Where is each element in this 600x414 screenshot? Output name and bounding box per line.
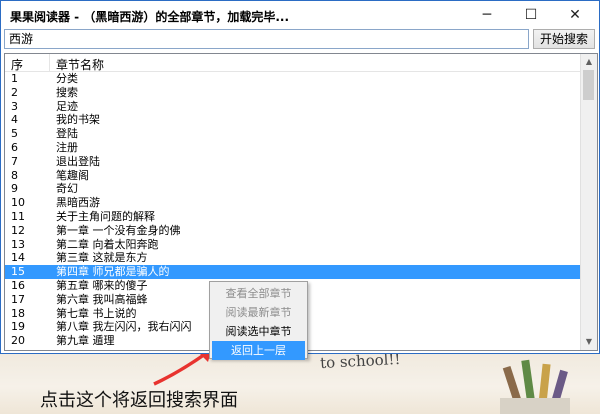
table-row[interactable]: 15 第四章 师兄都是骗人的 xyxy=(5,265,585,279)
table-row[interactable]: 12 第一章 一个没有金身的佛 xyxy=(5,224,585,238)
row-chapter-name: 笔趣阁 xyxy=(56,168,89,182)
maximize-button[interactable]: ☐ xyxy=(509,1,553,28)
table-row[interactable]: 13 第二章 向着太阳奔跑 xyxy=(5,238,585,252)
column-divider[interactable] xyxy=(49,54,50,71)
row-index: 1 xyxy=(11,72,18,85)
row-index: 12 xyxy=(11,223,25,237)
table-row[interactable]: 9 奇幻 xyxy=(5,182,585,196)
search-toolbar: 西游 开始搜索 xyxy=(1,28,599,52)
row-index: 18 xyxy=(11,306,25,320)
row-index: 17 xyxy=(11,292,25,306)
table-row[interactable]: 7 退出登陆 xyxy=(5,155,585,169)
scroll-down-arrow-icon[interactable]: ▼ xyxy=(584,337,594,347)
table-row[interactable]: 2 搜索 xyxy=(5,86,585,100)
row-index: 2 xyxy=(11,85,18,99)
row-index: 7 xyxy=(11,154,18,168)
menu-item-view-all-chapters[interactable]: 查看全部章节 xyxy=(210,284,307,303)
close-button[interactable]: ✕ xyxy=(553,1,597,28)
start-search-button[interactable]: 开始搜索 xyxy=(533,29,595,49)
row-index: 20 xyxy=(11,334,25,348)
menu-item-go-back[interactable]: 返回上一层 xyxy=(212,341,305,360)
row-index: 15 xyxy=(11,265,25,279)
row-chapter-name: 第九章 遁理 xyxy=(56,334,115,348)
scrollbar-thumb[interactable] xyxy=(583,70,594,100)
row-chapter-name: 我的书架 xyxy=(56,113,100,127)
row-index: 13 xyxy=(11,237,25,251)
scroll-up-arrow-icon[interactable]: ▲ xyxy=(584,57,594,67)
row-chapter-name: 黑暗西游 xyxy=(56,196,100,210)
window-title: 果果阅读器 - （黑暗西游）的全部章节，加载完毕... xyxy=(10,10,290,24)
menu-item-read-selected-chapter[interactable]: 阅读选中章节 xyxy=(210,322,307,341)
row-chapter-name: 第六章 我叫高福蜂 xyxy=(56,292,148,306)
row-chapter-name: 登陆 xyxy=(56,127,78,141)
row-chapter-name: 第五章 哪来的傻子 xyxy=(56,278,148,292)
row-index: 19 xyxy=(11,320,25,334)
row-chapter-name: 分类 xyxy=(56,72,78,85)
table-row[interactable]: 8 笔趣阁 xyxy=(5,169,585,183)
table-row[interactable]: 10 黑暗西游 xyxy=(5,196,585,210)
row-index: 16 xyxy=(11,278,25,292)
row-chapter-name: 关于主角问题的解释 xyxy=(56,209,155,223)
table-row[interactable]: 6 注册 xyxy=(5,141,585,155)
row-index: 11 xyxy=(11,209,25,223)
title-bar: 果果阅读器 - （黑暗西游）的全部章节，加载完毕... ─ ☐ ✕ xyxy=(1,1,599,28)
menu-item-read-latest-chapter[interactable]: 阅读最新章节 xyxy=(210,303,307,322)
row-index: 4 xyxy=(11,113,18,127)
minimize-button[interactable]: ─ xyxy=(465,1,509,28)
row-chapter-name: 退出登陆 xyxy=(56,154,100,168)
instruction-caption: 点击这个将返回搜索界面 xyxy=(40,390,238,411)
row-chapter-name: 奇幻 xyxy=(56,182,78,196)
table-row[interactable]: 3 足迹 xyxy=(5,100,585,114)
row-chapter-name: 第一章 一个没有金身的佛 xyxy=(56,223,181,237)
row-index: 3 xyxy=(11,99,18,113)
row-chapter-name: 注册 xyxy=(56,140,78,154)
row-index: 5 xyxy=(11,127,18,141)
table-row[interactable]: 5 登陆 xyxy=(5,127,585,141)
table-row[interactable]: 1 分类 xyxy=(5,72,585,86)
context-menu: 查看全部章节 阅读最新章节 阅读选中章节 返回上一层 xyxy=(209,281,308,360)
column-header-index[interactable]: 序 xyxy=(11,56,23,73)
row-index: 8 xyxy=(11,168,18,182)
search-input[interactable]: 西游 xyxy=(4,29,529,49)
row-chapter-name: 第三章 这就是东方 xyxy=(56,251,148,265)
vertical-scrollbar[interactable]: ▲ ▼ xyxy=(580,54,597,350)
row-chapter-name: 第四章 师兄都是骗人的 xyxy=(56,265,170,279)
row-chapter-name: 搜索 xyxy=(56,85,78,99)
pencils-illustration xyxy=(500,359,570,414)
row-index: 14 xyxy=(11,251,25,265)
row-chapter-name: 第八章 我左闪闪，我右闪闪 xyxy=(56,320,192,334)
table-row[interactable]: 4 我的书架 xyxy=(5,113,585,127)
table-row[interactable]: 11 关于主角问题的解释 xyxy=(5,210,585,224)
row-chapter-name: 第二章 向着太阳奔跑 xyxy=(56,237,159,251)
row-index: 9 xyxy=(11,182,18,196)
column-header-chapter-name[interactable]: 章节名称 xyxy=(56,56,104,73)
row-index: 6 xyxy=(11,140,18,154)
table-row[interactable]: 14 第三章 这就是东方 xyxy=(5,251,585,265)
row-chapter-name: 第七章 书上说的 xyxy=(56,306,137,320)
row-index: 10 xyxy=(11,196,25,210)
list-header: 序 章节名称 xyxy=(5,54,585,72)
row-chapter-name: 足迹 xyxy=(56,99,78,113)
